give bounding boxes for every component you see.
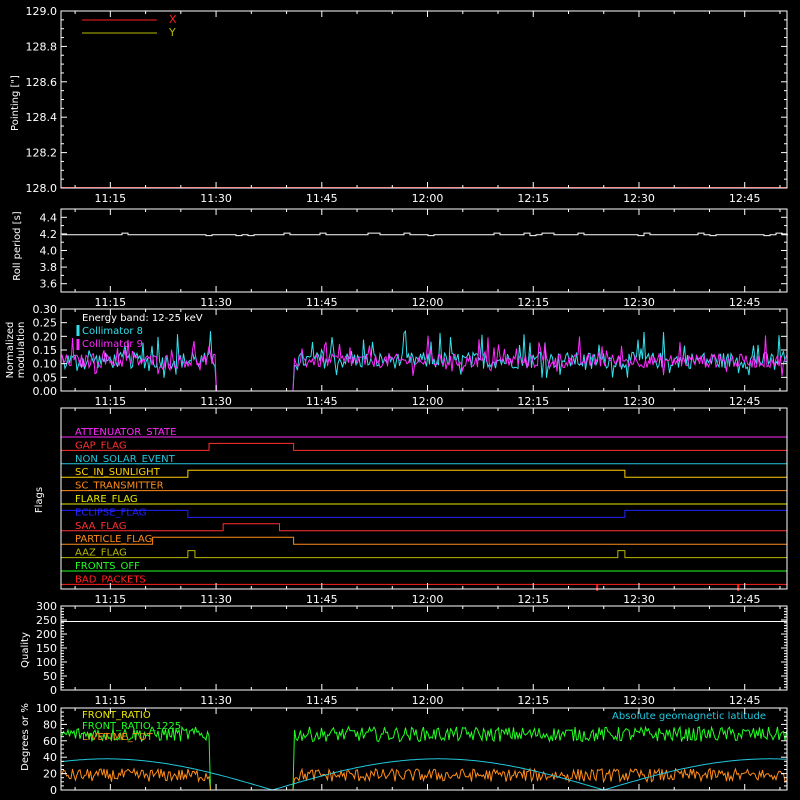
x-tick-label: 12:15 xyxy=(517,694,549,707)
y-tick-label: 128.8 xyxy=(26,40,58,53)
collimator-9-legend-label: Collimator 9 xyxy=(82,339,143,350)
flag-label: FRONTS_OFF xyxy=(75,561,140,572)
y-tick-label: 4.4 xyxy=(40,211,58,224)
x-tick-label: 11:30 xyxy=(200,192,232,205)
x-tick-label: 11:30 xyxy=(200,694,232,707)
y-tick-label: 80 xyxy=(43,718,57,731)
x-tick-label: 12:15 xyxy=(517,593,549,606)
x-tick-label: 12:00 xyxy=(412,694,444,707)
x-tick-label: 11:15 xyxy=(94,593,126,606)
y-tick-label: 0.15 xyxy=(33,344,58,357)
x-tick-label: 12:30 xyxy=(623,395,655,408)
y-tick-label: 0.20 xyxy=(33,330,58,343)
front-ratio-legend-label: FRONT_RATIO xyxy=(82,710,151,721)
flag-label: FLARE_FLAG xyxy=(75,494,138,505)
y-tick-label: 60 xyxy=(43,735,57,748)
flag-label: SC_IN_SUNLIGHT xyxy=(75,467,161,478)
front-ratio-1225-legend-label: FRONT_RATIO_1225 xyxy=(82,721,181,732)
y-tick-label: 128.6 xyxy=(26,76,58,89)
y-tick-label: 0.00 xyxy=(33,385,58,398)
y-tick-label: 0.25 xyxy=(33,317,58,330)
x-tick-label: 12:45 xyxy=(729,593,761,606)
quality-y-axis-label: Quality xyxy=(20,632,31,668)
x-tick-label: 11:45 xyxy=(306,395,338,408)
y-tick-label: 0.30 xyxy=(33,303,58,316)
flag-label: NON_SOLAR_EVENT xyxy=(75,454,176,465)
legend-y-label: Y xyxy=(168,26,176,39)
modulation-energy-band-annotation: Energy band: 12-25 keV xyxy=(82,313,203,324)
x-tick-label: 12:30 xyxy=(623,192,655,205)
y-tick-label: 50 xyxy=(43,670,57,683)
x-tick-label: 12:15 xyxy=(517,192,549,205)
y-tick-label: 4.0 xyxy=(40,245,58,258)
y-tick-label: 0 xyxy=(50,784,57,797)
y-tick-label: 128.4 xyxy=(26,111,58,124)
collimator-8-legend-label: Collimator 8 xyxy=(82,326,143,337)
x-tick-label: 11:15 xyxy=(94,192,126,205)
y-tick-label: 20 xyxy=(43,768,57,781)
y-tick-label: 250 xyxy=(36,614,57,627)
x-tick-label: 12:45 xyxy=(729,694,761,707)
x-tick-label: 11:45 xyxy=(306,192,338,205)
x-tick-label: 12:00 xyxy=(412,593,444,606)
x-tick-label: 11:45 xyxy=(306,296,338,309)
x-tick-label: 12:00 xyxy=(412,192,444,205)
x-tick-label: 12:30 xyxy=(623,593,655,606)
flag-label: ECLIPSE_FLAG xyxy=(75,507,146,518)
y-tick-label: 128.0 xyxy=(26,182,58,195)
y-tick-label: 150 xyxy=(36,642,57,655)
flag-label: SC_TRANSMITTER xyxy=(75,481,164,492)
x-tick-label: 12:00 xyxy=(412,296,444,309)
flag-label: PARTICLE_FLAG xyxy=(75,534,152,545)
y-tick-label: 129.0 xyxy=(26,5,58,18)
x-tick-label: 12:30 xyxy=(623,296,655,309)
flag-label: SAA_FLAG xyxy=(75,521,126,532)
y-tick-label: 200 xyxy=(36,628,57,641)
flag-label: AAZ_FLAG xyxy=(75,548,127,559)
y-tick-label: 3.8 xyxy=(40,261,58,274)
y-tick-label: 100 xyxy=(36,656,57,669)
y-tick-label: 0 xyxy=(50,684,57,697)
x-tick-label: 12:45 xyxy=(729,395,761,408)
y-tick-label: 0.05 xyxy=(33,371,58,384)
x-tick-label: 11:45 xyxy=(306,593,338,606)
pointing-y-axis-label: Pointing ["] xyxy=(10,75,21,131)
x-tick-label: 11:30 xyxy=(200,296,232,309)
y-tick-label: 3.6 xyxy=(40,278,58,291)
x-tick-label: 11:15 xyxy=(94,395,126,408)
y-tick-label: 128.2 xyxy=(26,147,58,160)
hessi-observing-summary: Pointing ["] X Y Roll period [s] Normali… xyxy=(0,0,800,800)
livetime-tot-legend-label: LIVETIME_TOT xyxy=(82,732,154,743)
geomagnetic-latitude-legend-label: Absolute geomagnetic latitude xyxy=(612,711,766,722)
x-tick-label: 11:15 xyxy=(94,694,126,707)
y-tick-label: 300 xyxy=(36,600,57,613)
x-tick-label: 11:15 xyxy=(94,296,126,309)
roll-y-axis-label: Roll period [s] xyxy=(12,211,23,280)
y-tick-label: 40 xyxy=(43,751,57,764)
x-tick-label: 12:30 xyxy=(623,694,655,707)
y-tick-label: 4.2 xyxy=(40,228,58,241)
y-tick-label: 100 xyxy=(36,702,57,715)
x-tick-label: 11:30 xyxy=(200,395,232,408)
x-tick-label: 12:15 xyxy=(517,296,549,309)
modulation-y-axis-label-line2: modulation xyxy=(16,322,27,379)
x-tick-label: 11:45 xyxy=(306,694,338,707)
flags-y-axis-label: Flags xyxy=(34,487,45,513)
modulation-y-axis-label-line1: Normalized xyxy=(5,322,16,379)
plot-canvas: Pointing ["] X Y Roll period [s] Normali… xyxy=(0,0,800,800)
x-tick-label: 11:30 xyxy=(200,593,232,606)
x-tick-label: 12:45 xyxy=(729,296,761,309)
geomag-y-axis-label: Degrees or % xyxy=(20,703,31,771)
x-tick-label: 12:15 xyxy=(517,395,549,408)
x-tick-label: 12:00 xyxy=(412,395,444,408)
legend-x-label: X xyxy=(169,13,177,26)
x-tick-label: 12:45 xyxy=(729,192,761,205)
flag-label: GAP_FLAG xyxy=(75,440,127,451)
y-tick-label: 0.10 xyxy=(33,358,58,371)
flag-label: ATTENUATOR_STATE xyxy=(75,427,176,438)
